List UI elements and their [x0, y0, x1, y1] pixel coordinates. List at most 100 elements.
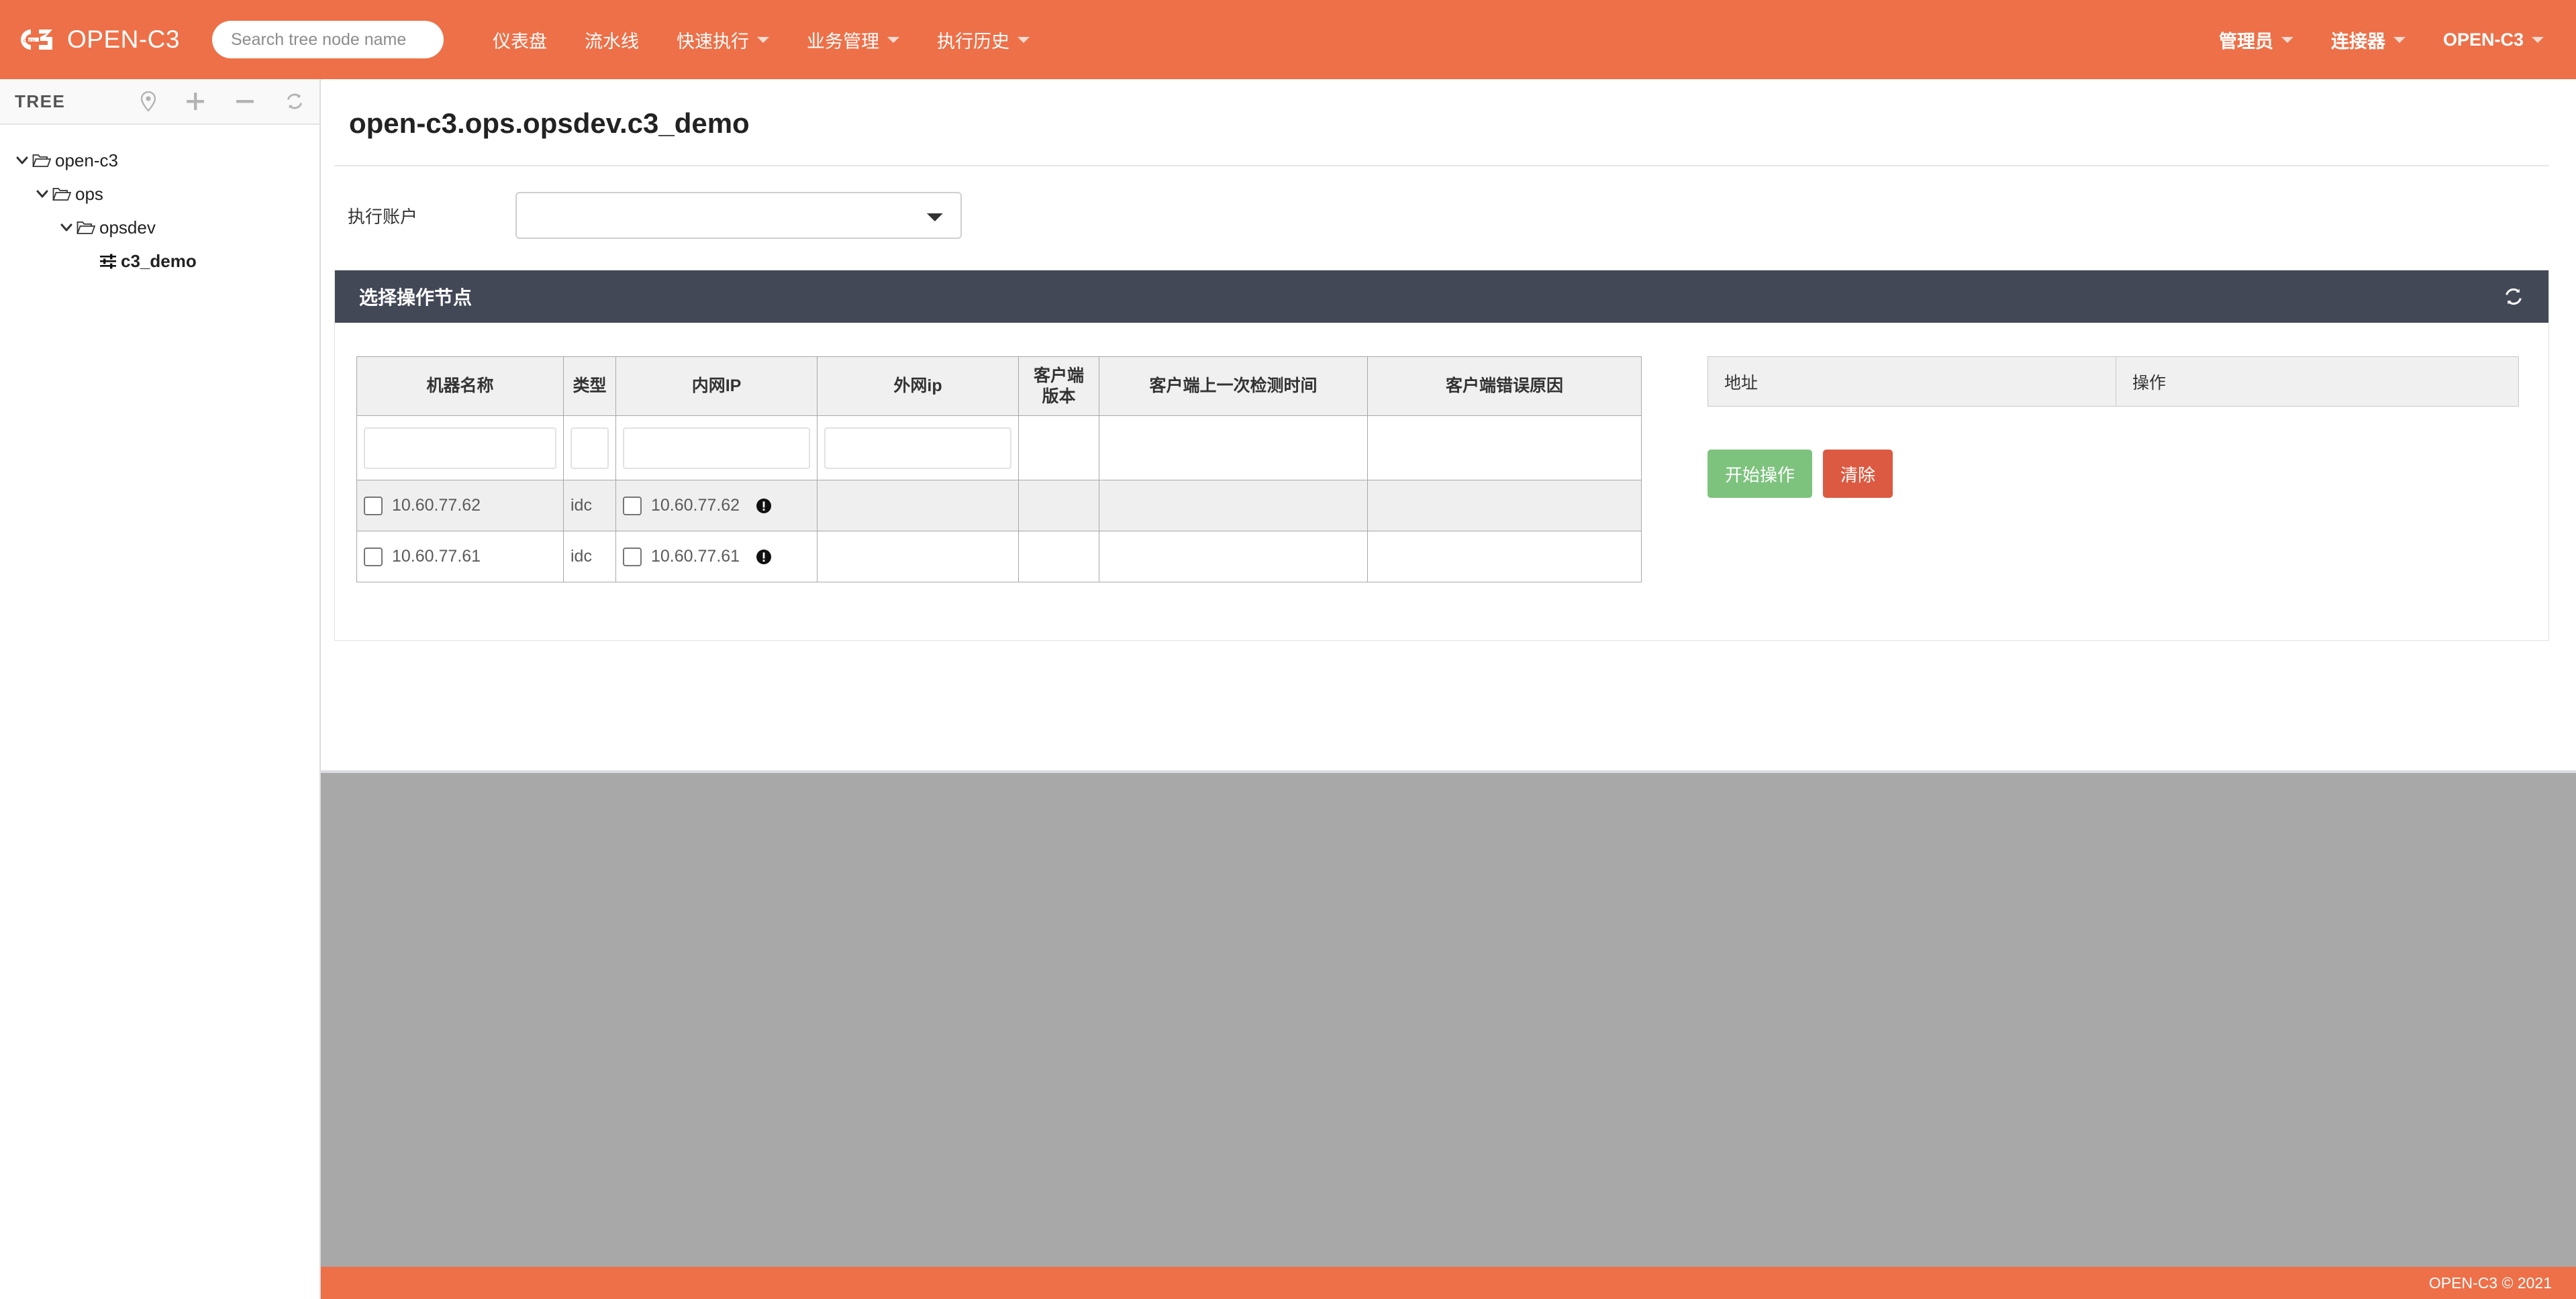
action-buttons: 开始操作 清除 [1707, 450, 2519, 498]
selected-nodes-table: 地址 操作 [1707, 356, 2519, 407]
cell-last-check [1099, 480, 1368, 531]
nav-item-connector[interactable]: 连接器 [2312, 0, 2424, 79]
nav-item-exec-history[interactable]: 执行历史 [918, 0, 1048, 79]
filter-input-type[interactable] [571, 427, 609, 469]
locate-icon[interactable] [141, 91, 156, 111]
node-table-container: 机器名称 类型 内网IP 外网ip 客户端 版本 客户端上一次检测时间 客户端错… [356, 356, 1642, 582]
folder-open-icon [77, 219, 95, 236]
page-title: open-c3.ops.opsdev.c3_demo [349, 107, 750, 139]
col-header-address: 地址 [1707, 356, 2116, 407]
cell-client-version [1018, 480, 1099, 531]
panel-header: 选择操作节点 [335, 270, 2548, 323]
nav-item-quick-exec[interactable]: 快速执行 [658, 0, 788, 79]
nav-label: OPEN-C3 [2442, 29, 2524, 50]
brand-name: OPEN-C3 [67, 25, 180, 53]
row-select-checkbox[interactable] [364, 496, 383, 515]
clear-button[interactable]: 清除 [1823, 450, 1893, 498]
nav-item-pipeline[interactable]: 流水线 [566, 0, 658, 79]
tree-node-label: ops [75, 183, 103, 204]
cell-extranet-ip [817, 480, 1019, 531]
machine-name-text: 10.60.77.61 [392, 547, 481, 566]
selected-nodes-container: 地址 操作 开始操作 清除 [1707, 356, 2519, 498]
tree-node-ops[interactable]: ops [0, 177, 319, 211]
nav-label: 管理员 [2218, 31, 2273, 52]
nav-item-dashboard[interactable]: 仪表盘 [474, 0, 566, 79]
tree-node-label: c3_demo [121, 250, 197, 271]
start-operation-button[interactable]: 开始操作 [1707, 450, 1813, 498]
filter-cell-machine [356, 415, 564, 480]
filter-input-extranet-ip[interactable] [824, 427, 1011, 469]
tree-node-open-c3[interactable]: open-c3 [0, 144, 319, 177]
chevron-down-icon [887, 36, 899, 43]
exec-account-row: 执行账户 [348, 192, 2576, 239]
client-version-line1: 客户端 [1033, 366, 1084, 385]
tree-sidebar: TREE open-c3 ops opsdev c3_demo [0, 79, 321, 1299]
search-input[interactable] [211, 21, 444, 58]
exclamation-circle-icon[interactable] [756, 549, 772, 565]
tree-panel-header: TREE [0, 79, 319, 125]
tree-panel-title: TREE [15, 91, 66, 111]
cell-intranet-ip: 10.60.77.61 [615, 531, 818, 582]
node-table: 机器名称 类型 内网IP 外网ip 客户端 版本 客户端上一次检测时间 客户端错… [356, 356, 1642, 582]
col-header-client-version: 客户端 版本 [1018, 356, 1099, 416]
tree-node-opsdev[interactable]: opsdev [0, 211, 319, 244]
brand[interactable]: OPEN OPEN-C3 [15, 25, 180, 54]
filter-cell-intranet-ip [615, 415, 818, 480]
col-header-intranet-ip: 内网IP [615, 356, 818, 416]
search-container [211, 21, 444, 58]
nav-item-admin[interactable]: 管理员 [2200, 0, 2312, 79]
folder-open-icon [52, 186, 71, 202]
refresh-icon[interactable] [2503, 286, 2524, 307]
exec-account-select[interactable] [515, 192, 962, 239]
cell-intranet-ip: 10.60.77.62 [615, 480, 818, 531]
col-header-action: 操作 [2116, 356, 2519, 407]
add-icon[interactable] [185, 91, 205, 111]
sliders-icon [99, 253, 117, 269]
tree-toolbar [141, 91, 305, 111]
filter-cell-type [563, 415, 616, 480]
top-navbar: OPEN OPEN-C3 仪表盘 流水线 快速执行 业务管理 执行历史 管理员 [0, 0, 2576, 79]
intranet-ip-checkbox[interactable] [623, 547, 642, 566]
selected-table-header-row: 地址 操作 [1707, 356, 2519, 407]
row-select-checkbox[interactable] [364, 547, 383, 566]
filter-cell-extranet-ip [817, 415, 1019, 480]
intranet-ip-checkbox[interactable] [623, 496, 642, 515]
table-row[interactable]: 10.60.77.61 idc 10.60.77.61 [356, 531, 1642, 582]
footer-copyright: OPEN-C3 © 2021 [2428, 1274, 2552, 1292]
chevron-down-icon[interactable] [32, 187, 52, 201]
filter-input-machine[interactable] [364, 427, 556, 469]
chevron-down-icon [756, 36, 769, 43]
chevron-down-icon[interactable] [12, 153, 32, 168]
nav-label: 快速执行 [676, 31, 749, 52]
exclamation-circle-icon[interactable] [756, 498, 772, 514]
cell-client-version [1018, 531, 1099, 582]
intranet-ip-text: 10.60.77.62 [651, 496, 740, 515]
chevron-down-icon [2532, 36, 2544, 43]
col-header-last-check-time: 客户端上一次检测时间 [1099, 356, 1368, 416]
col-header-error-reason: 客户端错误原因 [1367, 356, 1642, 416]
chevron-down-icon[interactable] [56, 220, 77, 235]
tree-node-list: open-c3 ops opsdev c3_demo [0, 125, 319, 278]
cell-machine-name: 10.60.77.61 [356, 531, 564, 582]
empty-grey-area [321, 770, 2576, 1267]
select-nodes-panel: 选择操作节点 机器名称 类型 内网IP 外网ip 客户端 版本 客户端上一次检测… [334, 270, 2549, 641]
c3-logo-icon: OPEN [15, 25, 56, 54]
filter-input-intranet-ip[interactable] [623, 427, 810, 469]
filter-cell-error-reason [1367, 415, 1642, 480]
cell-error-reason [1367, 480, 1642, 531]
cell-type: idc [563, 531, 616, 582]
cell-extranet-ip [817, 531, 1019, 582]
secondary-nav: 管理员 连接器 OPEN-C3 [2200, 0, 2563, 79]
filter-cell-last-check [1099, 415, 1368, 480]
filter-cell-client-version [1018, 415, 1099, 480]
node-table-header-row: 机器名称 类型 内网IP 外网ip 客户端 版本 客户端上一次检测时间 客户端错… [356, 356, 1642, 416]
remove-icon[interactable] [235, 91, 255, 111]
tree-node-c3-demo[interactable]: c3_demo [0, 244, 319, 278]
col-header-machine-name: 机器名称 [356, 356, 564, 416]
nav-item-user-menu[interactable]: OPEN-C3 [2424, 0, 2563, 79]
intranet-ip-text: 10.60.77.61 [651, 547, 740, 566]
nav-item-business-mgmt[interactable]: 业务管理 [788, 0, 918, 79]
exec-account-label: 执行账户 [348, 206, 418, 227]
table-row[interactable]: 10.60.77.62 idc 10.60.77.62 [356, 480, 1642, 531]
refresh-icon[interactable] [285, 91, 305, 111]
